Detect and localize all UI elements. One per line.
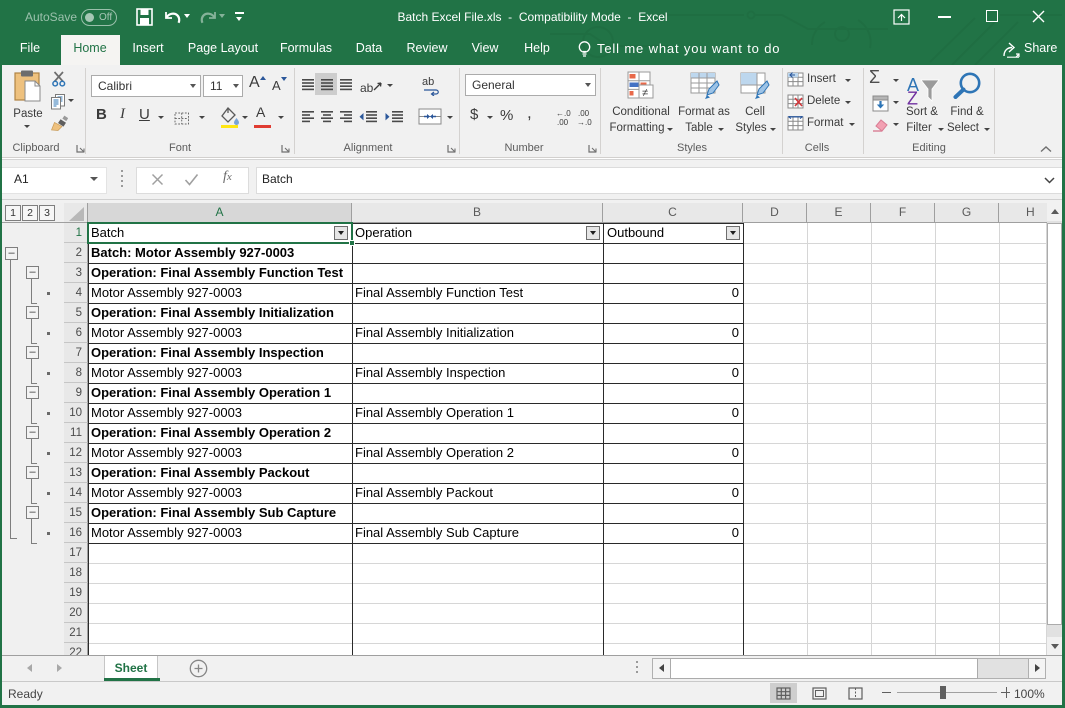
svg-text:.00: .00 xyxy=(557,118,569,126)
svg-text:→.0: →.0 xyxy=(577,118,592,126)
svg-text:Z: Z xyxy=(907,89,918,106)
svg-text:≠: ≠ xyxy=(642,87,648,99)
svg-text:ab: ab xyxy=(360,81,374,95)
svg-text:ab: ab xyxy=(422,76,434,88)
svg-text:.00: .00 xyxy=(578,109,590,118)
svg-text:←.0: ←.0 xyxy=(556,109,571,118)
